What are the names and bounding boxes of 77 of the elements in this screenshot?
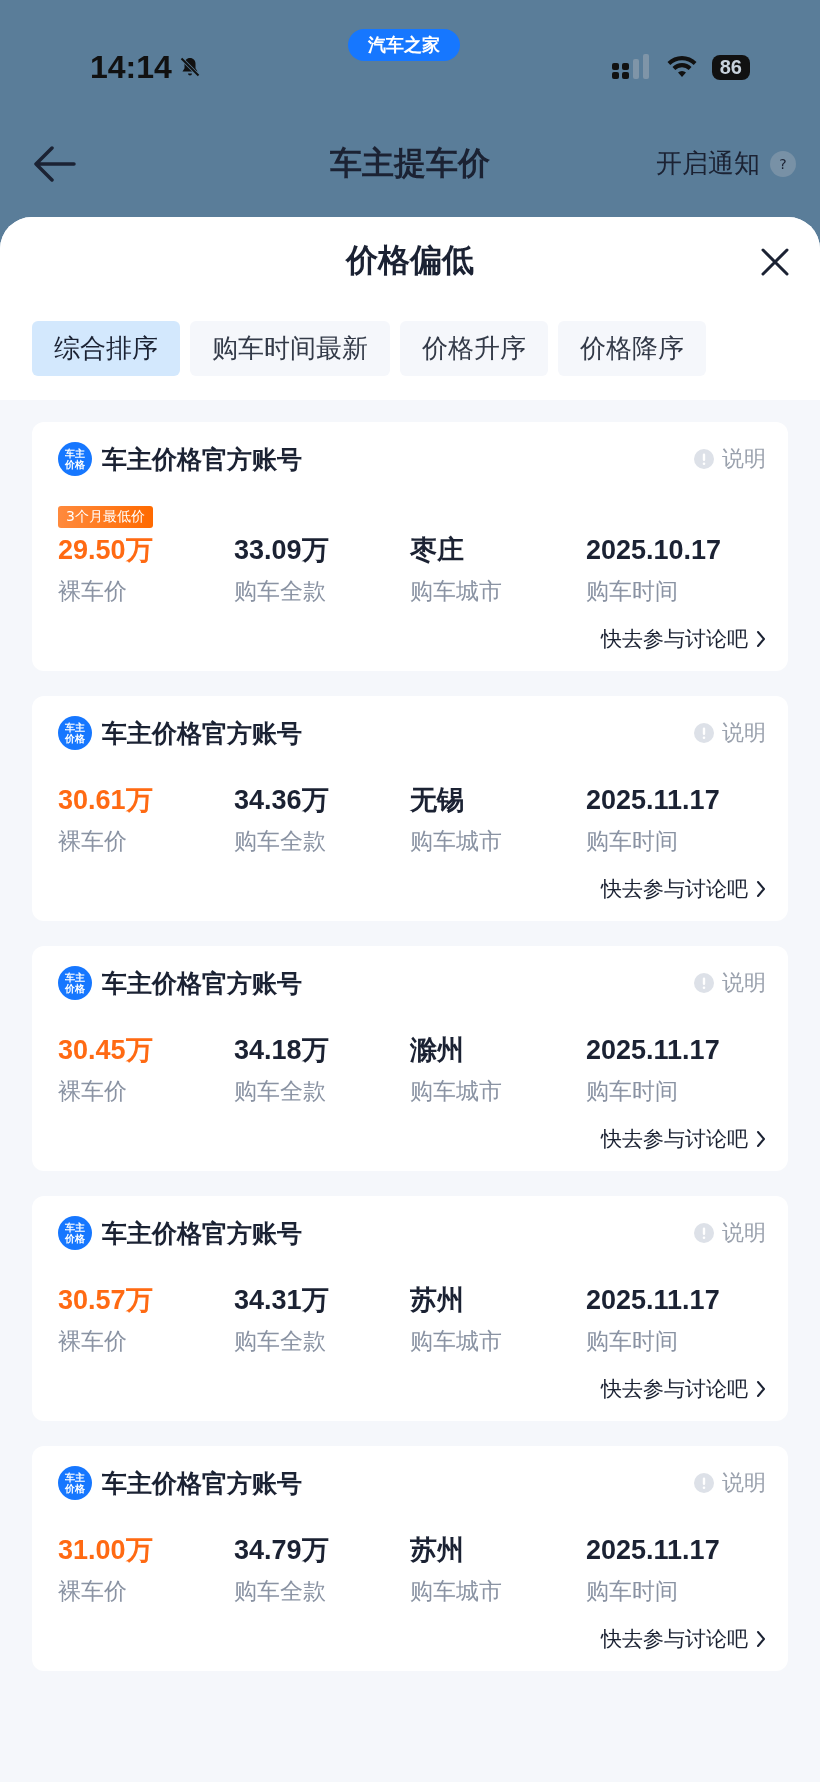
purchase-city: 苏州	[410, 1284, 464, 1317]
account-name: 车主价格官方账号	[102, 967, 302, 1000]
price-label: 裸车价	[58, 827, 127, 856]
account-logo: 车主价格	[58, 1466, 92, 1500]
city-label: 购车城市	[410, 1077, 502, 1106]
purchase-date: 2025.11.17	[586, 1534, 720, 1567]
bare-car-price: 31.00万	[58, 1534, 153, 1567]
bare-car-price: 30.57万	[58, 1284, 153, 1317]
city-label: 购车城市	[410, 577, 502, 606]
price-label: 裸车价	[58, 1077, 127, 1106]
purchase-city: 无锡	[410, 784, 464, 817]
account-name: 车主价格官方账号	[102, 1217, 302, 1250]
total-price: 34.18万	[234, 1034, 329, 1067]
chevron-right-icon[interactable]	[756, 1380, 766, 1398]
status-time: 14:14	[90, 48, 172, 86]
discussion-link[interactable]: 快去参与讨论吧	[601, 875, 748, 903]
bare-car-price: 30.61万	[58, 784, 153, 817]
city-label: 购车城市	[410, 827, 502, 856]
help-button[interactable]: ?	[770, 150, 796, 177]
back-arrow-icon[interactable]	[32, 145, 76, 182]
chevron-right-icon[interactable]	[756, 1130, 766, 1148]
total-label: 购车全款	[234, 1077, 326, 1106]
battery-indicator: 86	[711, 54, 750, 80]
purchase-city: 滁州	[410, 1034, 464, 1067]
bare-car-price: 30.45万	[58, 1034, 153, 1067]
city-label: 购车城市	[410, 1327, 502, 1356]
date-label: 购车时间	[586, 827, 678, 856]
app-badge: 汽车之家	[348, 29, 460, 61]
discussion-link[interactable]: 快去参与讨论吧	[601, 625, 748, 653]
total-price: 34.36万	[234, 784, 329, 817]
total-price: 34.31万	[234, 1284, 329, 1317]
date-label: 购车时间	[586, 1327, 678, 1356]
bare-car-price: 29.50万	[58, 534, 153, 567]
purchase-date: 2025.11.17	[586, 784, 720, 817]
wifi-icon	[665, 55, 698, 79]
purchase-city: 枣庄	[410, 534, 464, 567]
purchase-date: 2025.11.17	[586, 1284, 720, 1317]
account-name: 车主价格官方账号	[102, 1467, 302, 1500]
account-name: 车主价格官方账号	[102, 443, 302, 476]
chevron-right-icon[interactable]	[756, 630, 766, 648]
date-label: 购车时间	[586, 1077, 678, 1106]
chevron-right-icon[interactable]	[756, 880, 766, 898]
discussion-link[interactable]: 快去参与讨论吧	[601, 1125, 748, 1153]
total-label: 购车全款	[234, 1327, 326, 1356]
page-title: 车主提车价	[330, 142, 490, 184]
close-icon[interactable]	[760, 247, 790, 277]
price-label: 裸车价	[58, 577, 127, 606]
total-label: 购车全款	[234, 827, 326, 856]
muted-bell-icon	[177, 55, 202, 79]
price-label: 裸车价	[58, 1327, 127, 1356]
lowest-price-badge: 3个月最低价	[58, 506, 153, 528]
date-label: 购车时间	[586, 1577, 678, 1606]
chevron-right-icon[interactable]	[756, 1630, 766, 1648]
account-logo: 车主价格	[58, 1216, 92, 1250]
discussion-link[interactable]: 快去参与讨论吧	[601, 1625, 748, 1653]
total-price: 33.09万	[234, 534, 329, 567]
total-label: 购车全款	[234, 577, 326, 606]
date-label: 购车时间	[586, 577, 678, 606]
total-price: 34.79万	[234, 1534, 329, 1567]
account-logo: 车主价格	[58, 966, 92, 1000]
notify-toggle-link[interactable]: 开启通知	[656, 146, 760, 181]
price-label: 裸车价	[58, 1577, 127, 1606]
sort-tab[interactable]: 购车时间最新	[190, 321, 390, 376]
purchase-date: 2025.10.17	[586, 534, 722, 567]
sheet-title: 价格偏低	[346, 240, 474, 281]
account-logo: 车主价格	[58, 716, 92, 750]
purchase-city: 苏州	[410, 1534, 464, 1567]
account-name: 车主价格官方账号	[102, 717, 302, 750]
total-label: 购车全款	[234, 1577, 326, 1606]
sort-tab[interactable]: 价格升序	[400, 321, 548, 376]
sort-tab[interactable]: 综合排序	[32, 321, 180, 376]
city-label: 购车城市	[410, 1577, 502, 1606]
discussion-link[interactable]: 快去参与讨论吧	[601, 1375, 748, 1403]
sort-tab[interactable]: 价格降序	[558, 321, 706, 376]
account-logo: 车主价格	[58, 442, 92, 476]
purchase-date: 2025.11.17	[586, 1034, 720, 1067]
signal-icon	[611, 53, 652, 81]
